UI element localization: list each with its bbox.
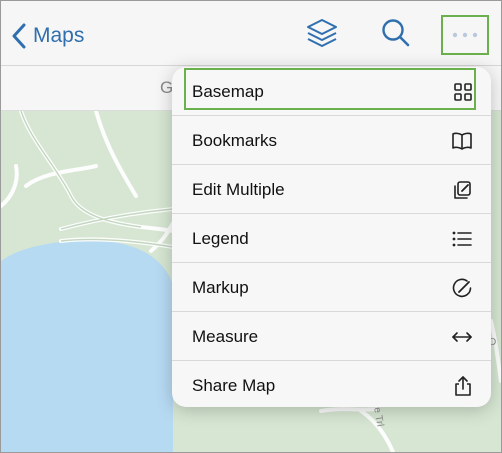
menu-item-label: Basemap	[192, 81, 264, 101]
search-button[interactable]	[378, 15, 414, 51]
list-icon	[451, 229, 473, 249]
top-toolbar: Maps	[1, 1, 501, 66]
menu-item-basemap[interactable]: Basemap	[172, 67, 491, 116]
layers-icon	[304, 15, 340, 51]
back-button[interactable]: Maps	[11, 21, 84, 51]
menu-item-label: Measure	[192, 326, 259, 346]
menu-item-edit-multiple[interactable]: Edit Multiple	[172, 165, 491, 214]
ellipsis-icon	[450, 26, 480, 44]
book-icon	[451, 131, 473, 151]
menu-item-label: Share Map	[192, 375, 276, 395]
share-icon	[453, 375, 473, 397]
menu-item-markup[interactable]: Markup	[172, 263, 491, 312]
markup-icon	[451, 277, 473, 299]
chevron-left-icon	[11, 23, 27, 49]
menu-item-label: Bookmarks	[192, 130, 278, 150]
back-button-label: Maps	[33, 24, 85, 47]
menu-item-measure[interactable]: Measure	[172, 312, 491, 361]
layers-button[interactable]	[304, 15, 340, 51]
more-options-button[interactable]	[441, 15, 489, 55]
menu-item-legend[interactable]: Legend	[172, 214, 491, 263]
lake-shape	[1, 240, 173, 452]
menu-item-share-map[interactable]: Share Map	[172, 361, 491, 410]
app-window: Maps G D ne Trl Basemap Bookmarks Edit M…	[0, 0, 502, 453]
edit-multiple-icon	[451, 179, 473, 201]
menu-item-label: Edit Multiple	[192, 179, 285, 199]
menu-item-label: Legend	[192, 228, 249, 248]
menu-item-label: Markup	[192, 277, 249, 297]
measure-arrows-icon	[451, 330, 473, 344]
menu-item-bookmarks[interactable]: Bookmarks	[172, 116, 491, 165]
grid-icon	[453, 82, 473, 102]
search-icon	[378, 15, 414, 51]
more-options-menu: Basemap Bookmarks Edit Multiple Legend M…	[172, 67, 491, 407]
